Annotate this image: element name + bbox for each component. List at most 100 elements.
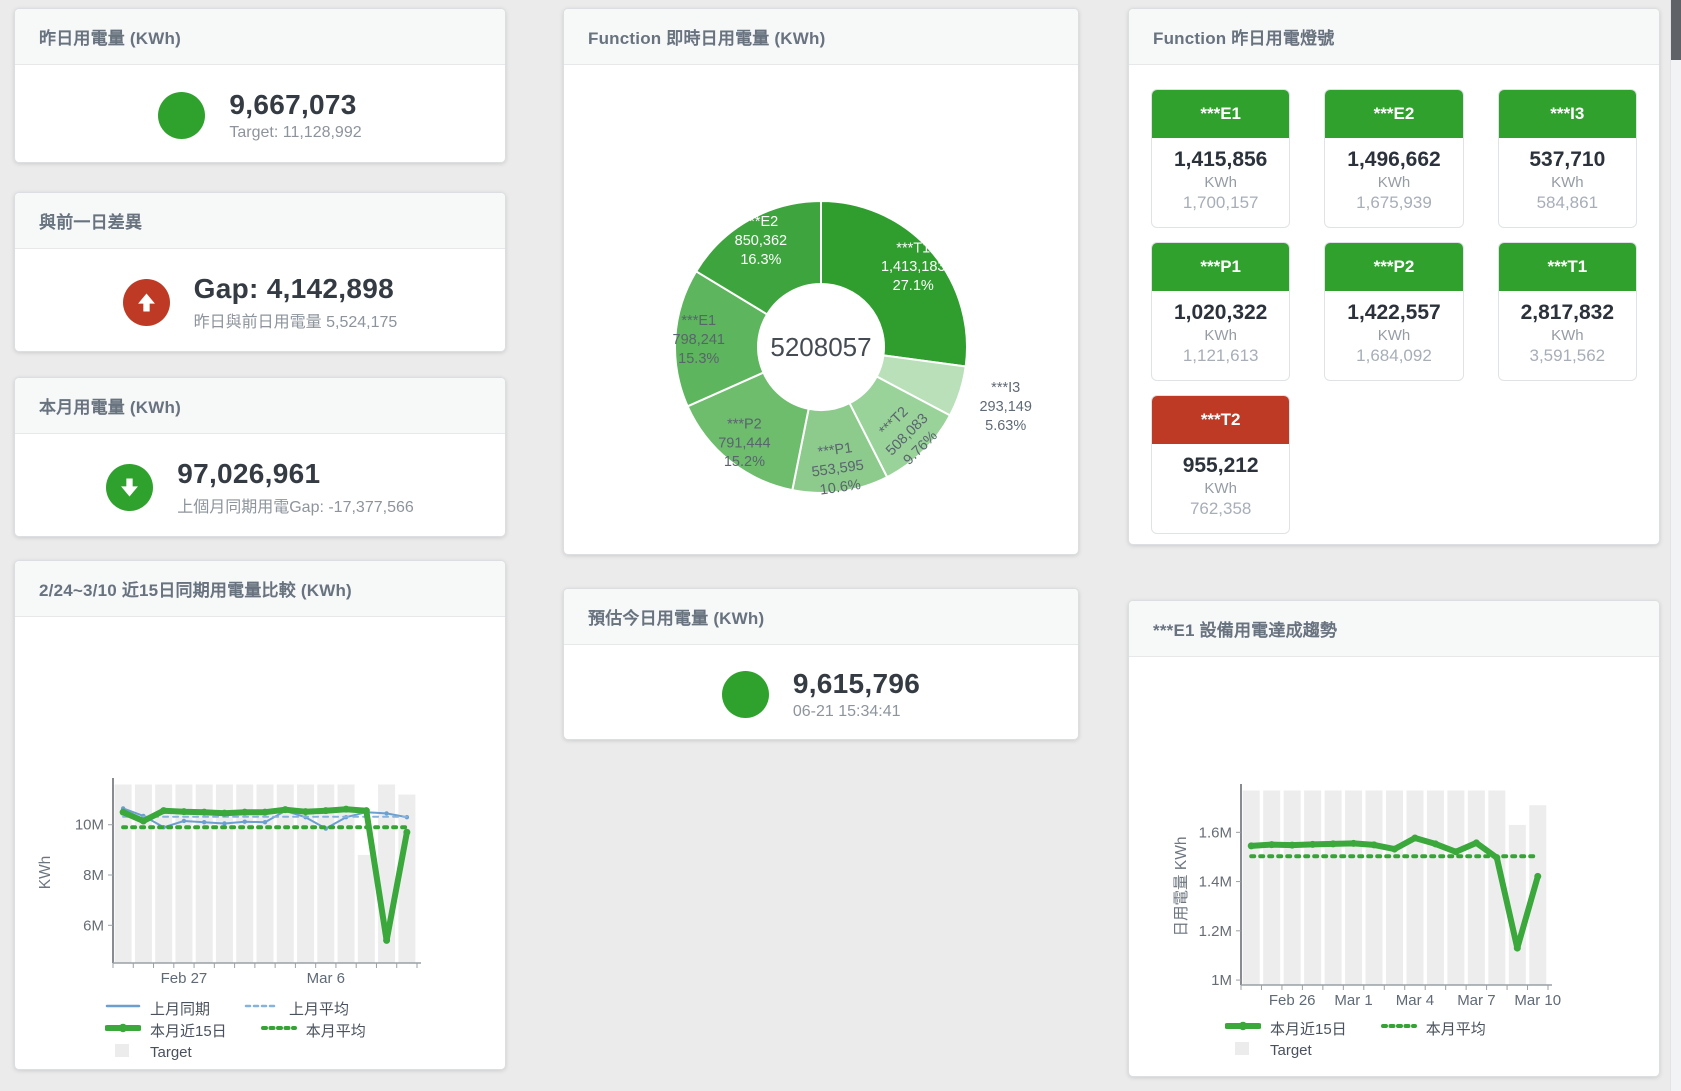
series-point[interactable]: [343, 806, 350, 813]
series-point[interactable]: [1452, 848, 1459, 855]
realtime-donut-chart[interactable]: ***T11,413,18327.1%***I3293,1495.63%***T…: [564, 65, 1078, 555]
tile-status-header: ***P2: [1325, 243, 1462, 291]
arrow-down-icon: [106, 464, 153, 511]
series-point[interactable]: [263, 820, 267, 824]
series-point[interactable]: [1493, 854, 1500, 861]
scrollbar-thumb[interactable]: [1671, 0, 1681, 60]
green-status-circle-icon: [722, 671, 769, 718]
series-point[interactable]: [322, 807, 329, 814]
x-tick-label: Mar 4: [1396, 992, 1434, 1009]
series-point[interactable]: [1411, 834, 1418, 841]
legend-item-本月近15日[interactable]: 本月近15日: [105, 1020, 227, 1041]
tile-unit: KWh: [1329, 174, 1458, 191]
y-tick-label: 8M: [83, 867, 104, 884]
target-bar: [1263, 790, 1280, 985]
series-point[interactable]: [1432, 840, 1439, 847]
tile-unit: KWh: [1156, 174, 1285, 191]
kpi-subtitle: Target: 11,128,992: [229, 124, 361, 142]
legend-label: 上月同期: [150, 998, 210, 1019]
light-tile-P1: ***P11,020,322KWh1,121,613: [1151, 242, 1290, 381]
legend-item-上月同期[interactable]: 上月同期: [105, 998, 210, 1019]
legend-row: 上月同期 上月平均: [105, 997, 505, 1019]
tile-unit: KWh: [1156, 327, 1285, 344]
tile-status-header: ***E2: [1325, 90, 1462, 138]
tile-status-header: ***P1: [1152, 243, 1289, 291]
series-point[interactable]: [201, 809, 208, 816]
series-point[interactable]: [160, 807, 167, 814]
compare-line-chart[interactable]: 6M8M10MFeb 27Mar 6KWh: [24, 617, 494, 989]
tile-target: 1,121,613: [1156, 346, 1285, 366]
legend-item-Target[interactable]: Target: [1225, 1041, 1312, 1060]
card-e1-trend-chart: ***E1 設備用電達成趨勢 1M1.2M1.4M1.6MFeb 26Mar 1…: [1128, 600, 1660, 1077]
legend-swatch-icon: [1225, 1019, 1261, 1037]
series-point[interactable]: [1534, 873, 1541, 880]
series-point[interactable]: [202, 820, 206, 824]
legend-swatch-icon: [261, 1021, 297, 1039]
scrollbar[interactable]: [1670, 0, 1681, 1091]
legend-label: 本月近15日: [1270, 1018, 1347, 1039]
card-status-lights: Function 昨日用電燈號 ***E11,415,856KWh1,700,1…: [1128, 8, 1660, 545]
card-header: Function 昨日用電燈號: [1129, 9, 1659, 65]
kpi-value: 9,615,796: [793, 668, 920, 700]
dashboard: 昨日用電量 (KWh) 9,667,073 Target: 11,128,992…: [0, 0, 1681, 1091]
legend-item-本月平均[interactable]: 本月平均: [261, 1020, 366, 1041]
light-tile-E1: ***E11,415,856KWh1,700,157: [1151, 89, 1290, 228]
series-point[interactable]: [363, 807, 370, 814]
series-point[interactable]: [1391, 846, 1398, 853]
green-status-circle-icon: [158, 92, 205, 139]
series-point[interactable]: [120, 809, 127, 816]
card-header: 預估今日用電量 (KWh): [564, 589, 1078, 645]
series-point[interactable]: [262, 809, 269, 816]
card-header: 2/24~3/10 近15日同期用電量比較 (KWh): [15, 561, 505, 617]
legend-label: 本月近15日: [150, 1020, 227, 1041]
card-header: 本月用電量 (KWh): [15, 378, 505, 434]
series-point[interactable]: [1330, 840, 1337, 847]
kpi-body: 9,615,796 06-21 15:34:41: [564, 645, 1078, 740]
legend-swatch-icon: [244, 999, 280, 1017]
x-tick-label: Mar 1: [1334, 992, 1372, 1009]
series-point[interactable]: [1350, 840, 1357, 847]
target-bar: [1386, 790, 1403, 985]
e1-trend-line-chart[interactable]: 1M1.2M1.4M1.6MFeb 26Mar 1Mar 4Mar 7Mar 1…: [1138, 657, 1650, 1009]
kpi-value: Gap: 4,142,898: [194, 273, 398, 305]
card-today-estimate: 預估今日用電量 (KWh) 9,615,796 06-21 15:34:41: [563, 588, 1079, 740]
legend-label: 本月平均: [1426, 1018, 1486, 1039]
series-point[interactable]: [180, 808, 187, 815]
series-point[interactable]: [1309, 841, 1316, 848]
series-point[interactable]: [1371, 841, 1378, 848]
series-point[interactable]: [282, 806, 289, 813]
legend-swatch-icon: [105, 999, 141, 1017]
series-point[interactable]: [243, 820, 247, 824]
tile-value: 1,422,557: [1329, 301, 1458, 325]
legend-item-本月平均[interactable]: 本月平均: [1381, 1018, 1486, 1039]
series-point[interactable]: [140, 817, 147, 824]
y-tick-label: 1.6M: [1199, 824, 1232, 841]
legend-label: Target: [150, 1044, 192, 1061]
tile-status-header: ***E1: [1152, 90, 1289, 138]
series-point[interactable]: [1289, 842, 1296, 849]
tile-body: 1,415,856KWh1,700,157: [1152, 138, 1289, 227]
series-point[interactable]: [383, 937, 390, 944]
y-axis-title: 日用電量 KWh: [1173, 837, 1190, 937]
card-title-compare: 2/24~3/10 近15日同期用電量比較 (KWh): [39, 576, 481, 601]
tile-value: 1,415,856: [1156, 148, 1285, 172]
legend-item-Target[interactable]: Target: [105, 1043, 192, 1062]
light-tile-E2: ***E21,496,662KWh1,675,939: [1324, 89, 1463, 228]
series-point[interactable]: [403, 829, 410, 836]
series-point[interactable]: [221, 810, 228, 817]
series-point[interactable]: [302, 808, 309, 815]
legend-swatch-icon: [105, 1043, 141, 1062]
series-point[interactable]: [1514, 945, 1521, 952]
series-point[interactable]: [182, 819, 186, 823]
legend-item-本月近15日[interactable]: 本月近15日: [1225, 1018, 1347, 1039]
series-point[interactable]: [1268, 841, 1275, 848]
series-point[interactable]: [241, 809, 248, 816]
tile-body: 1,496,662KWh1,675,939: [1325, 138, 1462, 227]
series-point[interactable]: [384, 811, 388, 815]
kpi-text: Gap: 4,142,898 昨日與前日用電量 5,524,175: [194, 273, 398, 332]
series-point[interactable]: [1248, 842, 1255, 849]
series-point[interactable]: [222, 821, 226, 825]
legend-item-上月平均[interactable]: 上月平均: [244, 998, 349, 1019]
card-header: ***E1 設備用電達成趨勢: [1129, 601, 1659, 657]
series-point[interactable]: [1473, 839, 1480, 846]
